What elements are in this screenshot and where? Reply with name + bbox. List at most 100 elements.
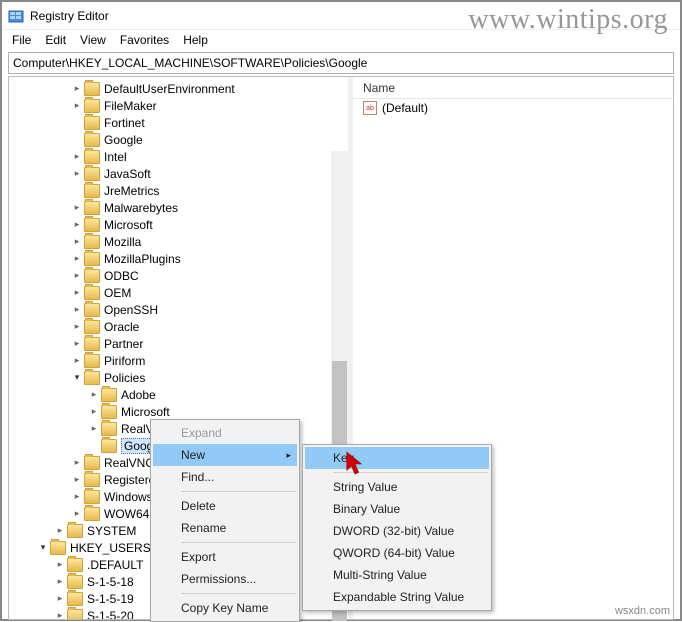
menu-item-find[interactable]: Find... — [153, 466, 297, 488]
list-item-default[interactable]: ab (Default) — [353, 99, 673, 117]
tree-item-mozilla[interactable]: Mozilla — [11, 233, 341, 250]
menu-separator — [181, 593, 296, 594]
menu-item-label: Expand — [181, 426, 222, 440]
expand-icon[interactable] — [53, 559, 67, 571]
tree-item-javasoft[interactable]: JavaSoft — [11, 165, 341, 182]
expand-icon[interactable] — [87, 389, 101, 401]
folder-icon — [84, 507, 100, 521]
tree-item-openssh[interactable]: OpenSSH — [11, 301, 341, 318]
menu-separator — [333, 472, 488, 473]
menu-item-permissions[interactable]: Permissions... — [153, 568, 297, 590]
folder-icon — [67, 609, 83, 620]
tree-item-microsoft[interactable]: Microsoft — [11, 403, 341, 420]
tree-item-label: OpenSSH — [104, 303, 158, 317]
expand-icon[interactable] — [70, 253, 84, 265]
tree-item-label: DefaultUserEnvironment — [104, 82, 235, 96]
menu-file[interactable]: File — [6, 32, 37, 48]
menu-item-qword-64-bit-value[interactable]: QWORD (64-bit) Value — [305, 542, 489, 564]
expand-icon[interactable] — [70, 321, 84, 333]
expand-icon[interactable] — [70, 457, 84, 469]
menu-item-label: QWORD (64-bit) Value — [333, 546, 455, 560]
tree-item-oracle[interactable]: Oracle — [11, 318, 341, 335]
tree-item-label: Google — [104, 133, 143, 147]
menu-item-string-value[interactable]: String Value — [305, 476, 489, 498]
tree-item-mozillaplugins[interactable]: MozillaPlugins — [11, 250, 341, 267]
expand-icon[interactable] — [70, 270, 84, 282]
expand-icon[interactable] — [70, 83, 84, 95]
expand-icon[interactable] — [70, 287, 84, 299]
folder-icon — [101, 405, 117, 419]
list-header-name[interactable]: Name — [353, 77, 673, 99]
expand-icon[interactable] — [53, 576, 67, 588]
expand-icon[interactable] — [70, 168, 84, 180]
menu-item-dword-32-bit-value[interactable]: DWORD (32-bit) Value — [305, 520, 489, 542]
menu-item-label: Export — [181, 550, 216, 564]
collapse-icon[interactable] — [36, 542, 50, 554]
menu-item-key[interactable]: Key — [305, 447, 489, 469]
expand-icon[interactable] — [70, 304, 84, 316]
folder-icon — [84, 337, 100, 351]
tree-item-label: Intel — [104, 150, 127, 164]
collapse-icon[interactable] — [70, 372, 84, 384]
expand-icon[interactable] — [70, 151, 84, 163]
expand-icon[interactable] — [70, 338, 84, 350]
tree-item-malwarebytes[interactable]: Malwarebytes — [11, 199, 341, 216]
expand-icon[interactable] — [70, 491, 84, 503]
folder-icon — [84, 490, 100, 504]
tree-item-label: RealVNC — [104, 456, 154, 470]
folder-icon — [84, 133, 100, 147]
tree-item-partner[interactable]: Partner — [11, 335, 341, 352]
tree-item-oem[interactable]: OEM — [11, 284, 341, 301]
tree-item-defaultuserenvironment[interactable]: DefaultUserEnvironment — [11, 80, 341, 97]
menu-separator — [181, 542, 296, 543]
menu-item-label: Key — [333, 451, 354, 465]
tree-item-label: Microsoft — [121, 405, 170, 419]
expand-icon[interactable] — [70, 474, 84, 486]
menu-item-label: Find... — [181, 470, 214, 484]
expand-icon[interactable] — [53, 525, 67, 537]
menu-item-copy-key-name[interactable]: Copy Key Name — [153, 597, 297, 619]
expand-icon[interactable] — [70, 219, 84, 231]
tree-item-policies[interactable]: Policies — [11, 369, 341, 386]
expand-icon[interactable] — [87, 423, 101, 435]
expand-icon[interactable] — [70, 100, 84, 112]
tree-item-microsoft[interactable]: Microsoft — [11, 216, 341, 233]
tree-item-adobe[interactable]: Adobe — [11, 386, 341, 403]
tree-item-filemaker[interactable]: FileMaker — [11, 97, 341, 114]
menu-item-expandable-string-value[interactable]: Expandable String Value — [305, 586, 489, 608]
tree-item-piriform[interactable]: Piriform — [11, 352, 341, 369]
expand-icon[interactable] — [70, 508, 84, 520]
menu-item-binary-value[interactable]: Binary Value — [305, 498, 489, 520]
context-submenu-new[interactable]: Key String Value Binary ValueDWORD (32-bit… — [302, 444, 492, 611]
folder-icon — [84, 167, 100, 181]
tree-item-jremetrics[interactable]: JreMetrics — [11, 182, 341, 199]
tree-item-fortinet[interactable]: Fortinet — [11, 114, 341, 131]
expand-icon[interactable] — [70, 202, 84, 214]
tree-item-google[interactable]: Google — [11, 131, 341, 148]
tree-item-odbc[interactable]: ODBC — [11, 267, 341, 284]
menu-favorites[interactable]: Favorites — [114, 32, 175, 48]
menu-item-delete[interactable]: Delete — [153, 495, 297, 517]
tree-item-intel[interactable]: Intel — [11, 148, 341, 165]
tree-item-label: Policies — [104, 371, 145, 385]
expand-icon[interactable] — [70, 355, 84, 367]
menu-item-export[interactable]: Export — [153, 546, 297, 568]
expand-icon[interactable] — [70, 236, 84, 248]
menu-item-multi-string-value[interactable]: Multi-String Value — [305, 564, 489, 586]
menu-edit[interactable]: Edit — [39, 32, 72, 48]
expand-icon[interactable] — [53, 610, 67, 620]
address-bar[interactable]: Computer\HKEY_LOCAL_MACHINE\SOFTWARE\Pol… — [8, 52, 674, 74]
expand-icon[interactable] — [87, 406, 101, 418]
folder-icon — [67, 524, 83, 538]
expand-icon[interactable] — [53, 593, 67, 605]
folder-icon — [84, 286, 100, 300]
menu-view[interactable]: View — [74, 32, 112, 48]
menu-item-label: String Value — [333, 480, 397, 494]
menu-item-rename[interactable]: Rename — [153, 517, 297, 539]
menu-help[interactable]: Help — [177, 32, 214, 48]
folder-icon — [84, 473, 100, 487]
context-menu[interactable]: Expand New▸ Find... DeleteRename Export Permi… — [150, 419, 300, 622]
menu-item-expand: Expand — [153, 422, 297, 444]
menu-item-new[interactable]: New▸ — [153, 444, 297, 466]
tree-item-label: S-1-5-18 — [87, 575, 134, 589]
